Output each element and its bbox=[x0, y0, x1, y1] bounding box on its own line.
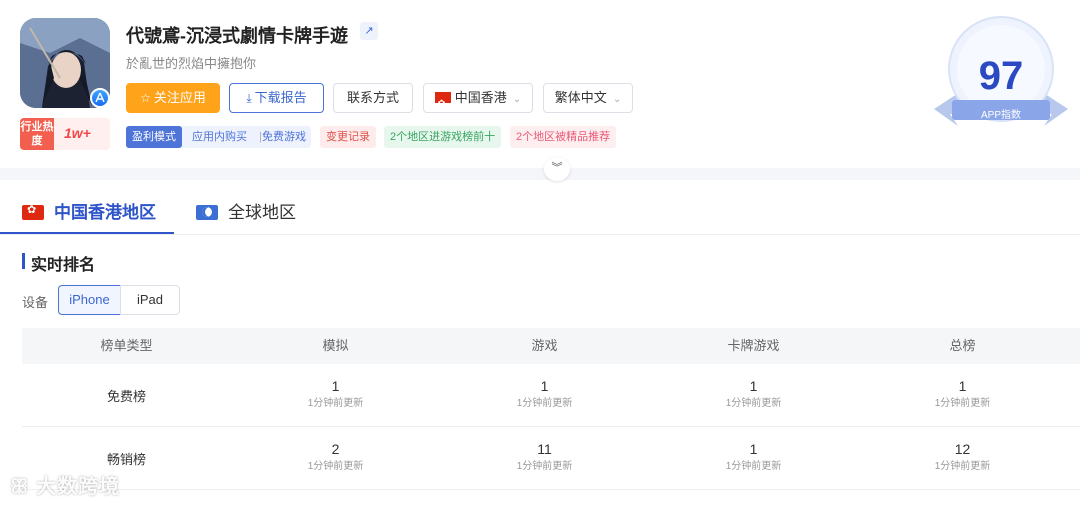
change-log-tag[interactable]: 变更记录 bbox=[320, 126, 376, 148]
download-icon: ⤓ bbox=[246, 91, 252, 105]
external-link-icon[interactable]: ↗ bbox=[360, 22, 378, 40]
device-ipad-button[interactable]: iPad bbox=[120, 285, 180, 315]
ranking-table: 榜单类型 模拟 游戏 卡牌游戏 总榜 免费榜 1 1分钟前更新 1 1分钟前更新… bbox=[22, 328, 1080, 490]
region-select[interactable]: 中国香港 ⌄ bbox=[423, 83, 533, 117]
region-label: 中国香港 bbox=[454, 90, 507, 105]
watermark-text: 大数跨境 bbox=[36, 476, 121, 498]
rank-value: 1 bbox=[540, 378, 549, 394]
watermark-logo: ꕥ 大数跨境 bbox=[10, 476, 121, 498]
rank-value: 1 bbox=[331, 378, 340, 394]
app-index-value: 97 bbox=[978, 54, 1024, 98]
active-tab-indicator bbox=[0, 232, 174, 234]
rank-cell: 12 1分钟前更新 bbox=[858, 440, 1067, 476]
top10-regions-tag[interactable]: 2个地区进游戏榜前十 bbox=[384, 126, 502, 148]
download-report-button[interactable]: ⤓ 下载报告 bbox=[229, 83, 324, 113]
update-time: 1分钟前更新 bbox=[934, 461, 991, 472]
rank-value: 1 bbox=[749, 378, 758, 394]
update-time: 1分钟前更新 bbox=[516, 398, 573, 409]
rank-value: 1 bbox=[958, 378, 967, 394]
star-icon: ☆ bbox=[140, 91, 151, 105]
app-store-icon bbox=[90, 88, 110, 108]
tab-global[interactable]: 全球地区 bbox=[196, 198, 296, 223]
hk-flag-icon bbox=[434, 89, 451, 117]
update-time: 1分钟前更新 bbox=[307, 461, 364, 472]
heat-value: 1w+ bbox=[64, 125, 91, 141]
hk-flag-icon bbox=[22, 203, 44, 220]
rank-cell: 1 1分钟前更新 bbox=[649, 440, 858, 476]
update-time: 1分钟前更新 bbox=[934, 398, 991, 409]
app-index-label: APP指数 bbox=[980, 110, 1021, 121]
device-iphone-button[interactable]: iPhone bbox=[58, 285, 121, 315]
realtime-ranking-title: 实时排名 bbox=[31, 257, 96, 274]
heat-label: 行业热度 bbox=[20, 118, 54, 150]
chart-type-cell: 畅销榜 bbox=[106, 452, 146, 467]
section-divider bbox=[0, 168, 1080, 180]
column-header: 榜单类型 bbox=[100, 338, 153, 353]
contact-button[interactable]: 联系方式 bbox=[333, 83, 413, 113]
column-header: 游戏 bbox=[531, 338, 558, 353]
featured-regions-tag[interactable]: 2个地区被精品推荐 bbox=[510, 126, 617, 148]
table-row: 畅销榜 2 1分钟前更新 11 1分钟前更新 1 1分钟前更新 12 1分钟前更… bbox=[22, 427, 1080, 490]
contact-label: 联系方式 bbox=[346, 90, 399, 105]
follow-app-button[interactable]: ☆ 关注应用 bbox=[126, 83, 220, 113]
app-subtitle: 於亂世的烈焰中擁抱你 bbox=[126, 56, 257, 71]
in-app-purchase-tag: 应用内购买 bbox=[192, 131, 247, 143]
globe-icon bbox=[196, 205, 218, 220]
update-time: 1分钟前更新 bbox=[725, 461, 782, 472]
app-title: 代號鳶-沉浸式劇情卡牌手遊 bbox=[126, 26, 348, 46]
column-header: 卡牌游戏 bbox=[727, 338, 780, 353]
rank-cell: 2 1分钟前更新 bbox=[231, 440, 440, 476]
download-label: 下载报告 bbox=[254, 90, 307, 105]
free-game-tag: 免费游戏 bbox=[262, 131, 306, 143]
follow-label: 关注应用 bbox=[153, 90, 206, 105]
tab-hong-kong-label: 中国香港地区 bbox=[54, 203, 156, 222]
chevron-down-icon: ⌄ bbox=[512, 94, 522, 105]
rank-cell: 1 1分钟前更新 bbox=[858, 377, 1067, 413]
rank-value: 11 bbox=[537, 441, 552, 457]
chart-type-cell: 免费榜 bbox=[106, 389, 146, 404]
tab-global-label: 全球地区 bbox=[228, 203, 296, 222]
tab-hong-kong[interactable]: 中国香港地区 bbox=[22, 198, 156, 223]
app-index-badge: 97 APP指数 bbox=[928, 14, 1068, 134]
column-header: 总榜 bbox=[949, 338, 976, 353]
language-select[interactable]: 繁体中文 ⌄ bbox=[543, 83, 633, 113]
region-tabs: 中国香港地区 全球地区 bbox=[0, 180, 1080, 235]
update-time: 1分钟前更新 bbox=[725, 398, 782, 409]
rank-value: 2 bbox=[331, 441, 340, 457]
column-header: 模拟 bbox=[322, 338, 349, 353]
update-time: 1分钟前更新 bbox=[516, 461, 573, 472]
app-header: 行业热度 1w+ 代號鳶-沉浸式劇情卡牌手遊 ↗ 於亂世的烈焰中擁抱你 ☆ 关注应… bbox=[0, 0, 1080, 170]
section-accent-bar bbox=[22, 253, 25, 269]
rank-cell: 1 1分钟前更新 bbox=[231, 377, 440, 413]
rank-value: 1 bbox=[749, 441, 758, 457]
language-label: 繁体中文 bbox=[554, 90, 607, 105]
rank-cell: 1 1分钟前更新 bbox=[649, 377, 858, 413]
chevron-down-icon: ⌄ bbox=[612, 94, 622, 105]
table-row: 免费榜 1 1分钟前更新 1 1分钟前更新 1 1分钟前更新 1 1分钟前更新 bbox=[22, 364, 1080, 427]
rank-value: 12 bbox=[954, 441, 971, 457]
rank-cell: 1 1分钟前更新 bbox=[440, 377, 649, 413]
industry-heat-badge: 行业热度 1w+ bbox=[20, 118, 110, 150]
table-header: 榜单类型 模拟 游戏 卡牌游戏 总榜 bbox=[22, 328, 1080, 364]
device-label: 设备 bbox=[22, 295, 49, 310]
update-time: 1分钟前更新 bbox=[307, 398, 364, 409]
monetization-label: 盈利模式 bbox=[126, 126, 182, 148]
expand-chevron-icon[interactable]: ︾ bbox=[544, 157, 570, 181]
rank-cell: 11 1分钟前更新 bbox=[440, 440, 649, 476]
